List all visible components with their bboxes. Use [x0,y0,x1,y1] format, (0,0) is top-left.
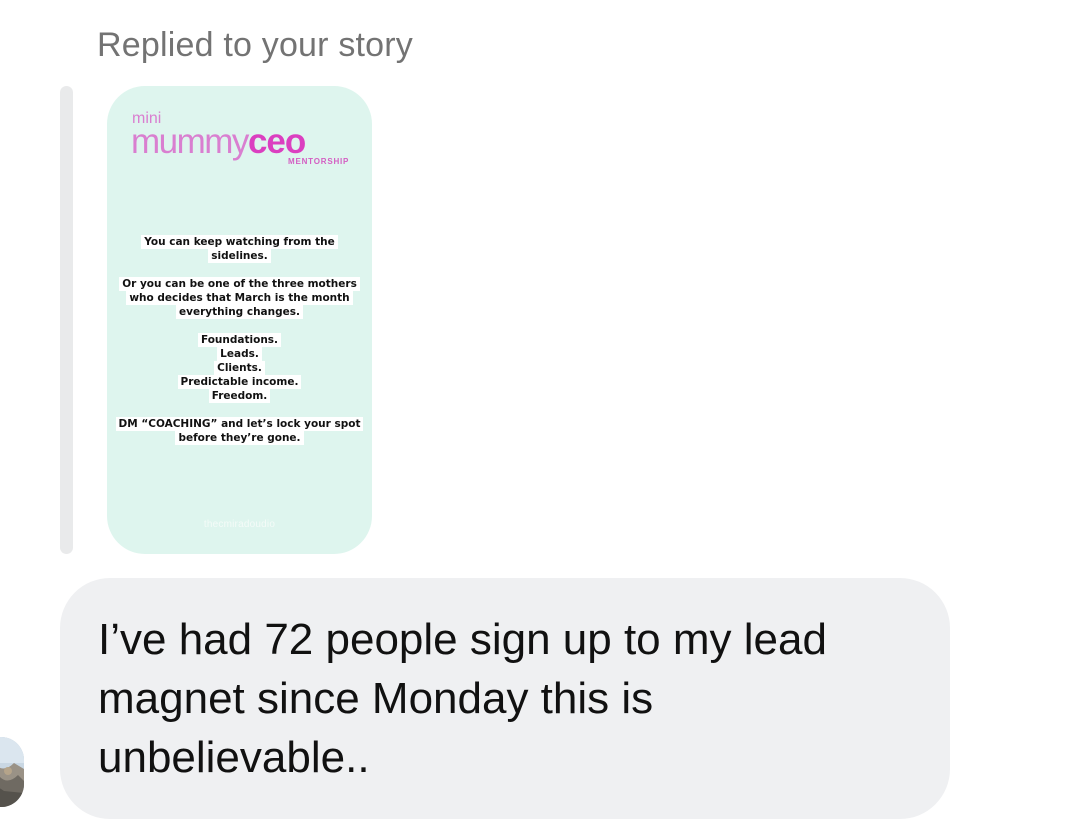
story-list-item: Clients. [214,361,265,375]
story-list-item: Predictable income. [177,375,302,389]
story-paragraph-text: DM “COACHING” and let’s lock your spot b… [115,417,364,445]
logo-ceo-text: ceo [247,122,306,161]
story-preview[interactable]: mini mummyceo MENTORSHIP You can keep wa… [107,86,372,554]
mini-mummy-ceo-logo: mini mummyceo MENTORSHIP [131,111,351,171]
story-paragraph: You can keep watching from the sidelines… [115,235,364,263]
story-paragraph: DM “COACHING” and let’s lock your spot b… [115,417,364,445]
story-list-item: Leads. [217,347,262,361]
story-paragraph-text: You can keep watching from the sidelines… [141,235,338,263]
story-watermark: thecmiradoudio [203,519,276,530]
story-list-item: Freedom. [208,389,271,403]
story-paragraph: Or you can be one of the three mothers w… [115,277,364,319]
logo-wordmark: mummyceo [131,122,306,162]
story-paragraph-text: Or you can be one of the three mothers w… [119,277,360,319]
avatar-photo-icon [0,737,24,807]
sender-avatar[interactable] [0,737,24,807]
reply-quote-bar [60,86,73,554]
story-list: Foundations. Leads. Clients. Predictable… [115,333,364,403]
message-text: I’ve had 72 people sign up to my lead ma… [98,615,827,782]
replied-to-story-label: Replied to your story [97,26,414,64]
logo-mentorship-text: MENTORSHIP [288,157,350,166]
message-bubble[interactable]: I’ve had 72 people sign up to my lead ma… [60,578,950,819]
story-list-item: Foundations. [197,333,282,347]
logo-mummy-text: mummy [131,122,249,161]
